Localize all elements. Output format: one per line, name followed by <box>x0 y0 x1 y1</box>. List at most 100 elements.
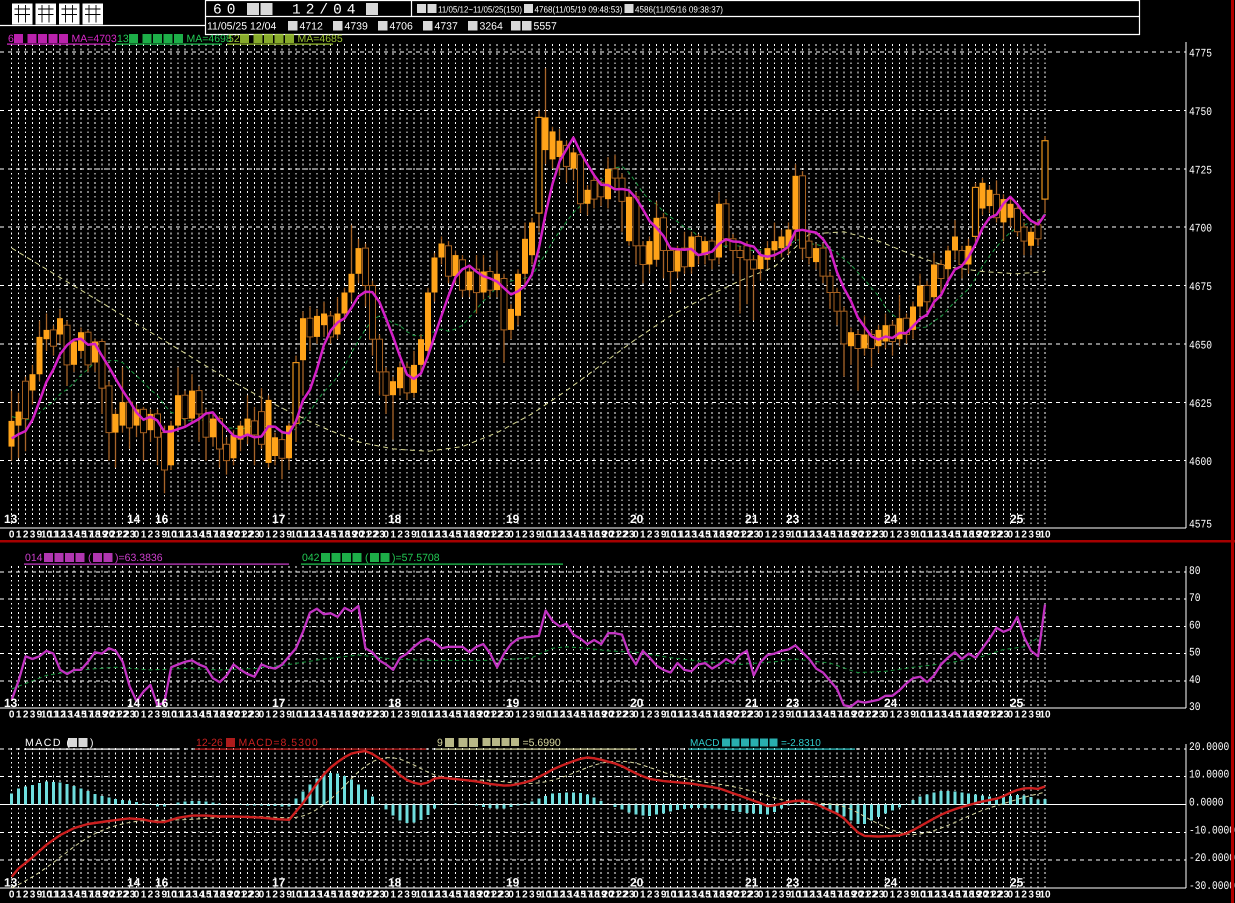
svg-text:0: 0 <box>9 710 15 721</box>
svg-text:23: 23 <box>786 876 800 890</box>
svg-text:)=57.5708: )=57.5708 <box>392 552 440 564</box>
svg-text:2: 2 <box>397 710 403 721</box>
svg-text:1: 1 <box>1015 710 1021 721</box>
svg-text:30: 30 <box>1189 701 1201 714</box>
svg-text:2: 2 <box>522 529 528 540</box>
svg-text:13: 13 <box>4 876 18 890</box>
svg-text:3: 3 <box>1028 529 1034 540</box>
svg-text:0.0000: 0.0000 <box>1189 797 1224 810</box>
svg-text:3: 3 <box>279 890 285 901</box>
svg-text:4712: 4712 <box>300 21 324 33</box>
svg-text:1: 1 <box>515 710 521 721</box>
svg-text:2: 2 <box>897 710 903 721</box>
svg-text:4750: 4750 <box>1189 106 1212 119</box>
svg-text:17: 17 <box>272 512 286 526</box>
svg-text:3264: 3264 <box>480 21 504 33</box>
svg-text:3: 3 <box>779 529 785 540</box>
svg-text:19: 19 <box>506 876 520 890</box>
svg-text:2: 2 <box>522 710 528 721</box>
svg-text:4725: 4725 <box>1189 164 1212 177</box>
svg-text:MACD: MACD <box>690 738 719 749</box>
svg-text:1: 1 <box>765 529 771 540</box>
svg-text:0: 0 <box>1008 890 1014 901</box>
svg-text:0: 0 <box>883 529 889 540</box>
svg-text:25: 25 <box>1010 512 1024 526</box>
svg-text:2: 2 <box>647 890 653 901</box>
svg-text:MACD (: MACD ( <box>25 737 71 749</box>
svg-text:16: 16 <box>155 512 169 526</box>
svg-text:10: 10 <box>1039 890 1051 901</box>
svg-text:10: 10 <box>1039 529 1051 540</box>
svg-text:1: 1 <box>640 710 646 721</box>
svg-text:0: 0 <box>259 529 265 540</box>
svg-text:1: 1 <box>141 890 147 901</box>
svg-text:4737: 4737 <box>435 21 459 33</box>
svg-text:3: 3 <box>404 890 410 901</box>
svg-text:4625: 4625 <box>1189 398 1212 411</box>
svg-text:6: 6 <box>8 33 14 45</box>
svg-text:0: 0 <box>758 529 764 540</box>
svg-text:1: 1 <box>141 529 147 540</box>
svg-text:0: 0 <box>1008 710 1014 721</box>
svg-text:0: 0 <box>1008 529 1014 540</box>
svg-text:3: 3 <box>654 529 660 540</box>
svg-text:0: 0 <box>134 710 140 721</box>
svg-text:0: 0 <box>633 890 639 901</box>
svg-text:4600: 4600 <box>1189 456 1212 469</box>
svg-text:1: 1 <box>390 710 396 721</box>
svg-text:1: 1 <box>765 890 771 901</box>
svg-text:18: 18 <box>388 876 402 890</box>
svg-text:2: 2 <box>148 890 154 901</box>
svg-text:25: 25 <box>1010 876 1024 890</box>
svg-text:1: 1 <box>16 710 22 721</box>
svg-text:14: 14 <box>127 696 141 710</box>
svg-text:4586(11/05/16 09:38:37): 4586(11/05/16 09:38:37) <box>635 5 723 15</box>
svg-text:3: 3 <box>904 529 910 540</box>
svg-text:3: 3 <box>155 890 161 901</box>
svg-text:13: 13 <box>4 696 18 710</box>
svg-text:1: 1 <box>266 710 272 721</box>
svg-text:2: 2 <box>897 890 903 901</box>
svg-text:2: 2 <box>397 890 403 901</box>
svg-text:3: 3 <box>654 890 660 901</box>
svg-text:0: 0 <box>383 529 389 540</box>
svg-text:1: 1 <box>890 890 896 901</box>
svg-text:21: 21 <box>745 512 759 526</box>
svg-text:24: 24 <box>884 512 898 526</box>
svg-text:19: 19 <box>506 696 520 710</box>
svg-text:1: 1 <box>390 529 396 540</box>
svg-text:MA=4685: MA=4685 <box>298 33 343 45</box>
svg-text:0: 0 <box>633 529 639 540</box>
svg-text:-10.0000: -10.0000 <box>1189 824 1235 837</box>
svg-text:2: 2 <box>772 710 778 721</box>
svg-text:10: 10 <box>1039 710 1051 721</box>
svg-text:0: 0 <box>134 890 140 901</box>
svg-text:2: 2 <box>522 890 528 901</box>
svg-text:16: 16 <box>155 876 169 890</box>
svg-text:9: 9 <box>437 737 443 749</box>
svg-text:4706: 4706 <box>390 21 414 33</box>
svg-text:2: 2 <box>272 529 278 540</box>
svg-text:4739: 4739 <box>345 21 369 33</box>
svg-text:1: 1 <box>16 890 22 901</box>
svg-text:2: 2 <box>1021 710 1027 721</box>
svg-text:14: 14 <box>127 876 141 890</box>
svg-text:042: 042 <box>302 552 320 564</box>
svg-text:0: 0 <box>508 710 514 721</box>
svg-text:0: 0 <box>508 529 514 540</box>
svg-text:2: 2 <box>148 710 154 721</box>
svg-text:3: 3 <box>1028 890 1034 901</box>
svg-text:0: 0 <box>383 710 389 721</box>
svg-text:1: 1 <box>266 890 272 901</box>
svg-text:4575: 4575 <box>1189 519 1212 532</box>
svg-text:24: 24 <box>884 876 898 890</box>
svg-text:3: 3 <box>779 710 785 721</box>
svg-text:23: 23 <box>786 512 800 526</box>
svg-text:)=63.3836: )=63.3836 <box>115 552 163 564</box>
svg-text:1: 1 <box>515 890 521 901</box>
svg-text:1: 1 <box>266 529 272 540</box>
svg-text:3: 3 <box>529 710 535 721</box>
svg-text:2: 2 <box>272 710 278 721</box>
svg-text:0: 0 <box>883 890 889 901</box>
svg-text:2: 2 <box>897 529 903 540</box>
